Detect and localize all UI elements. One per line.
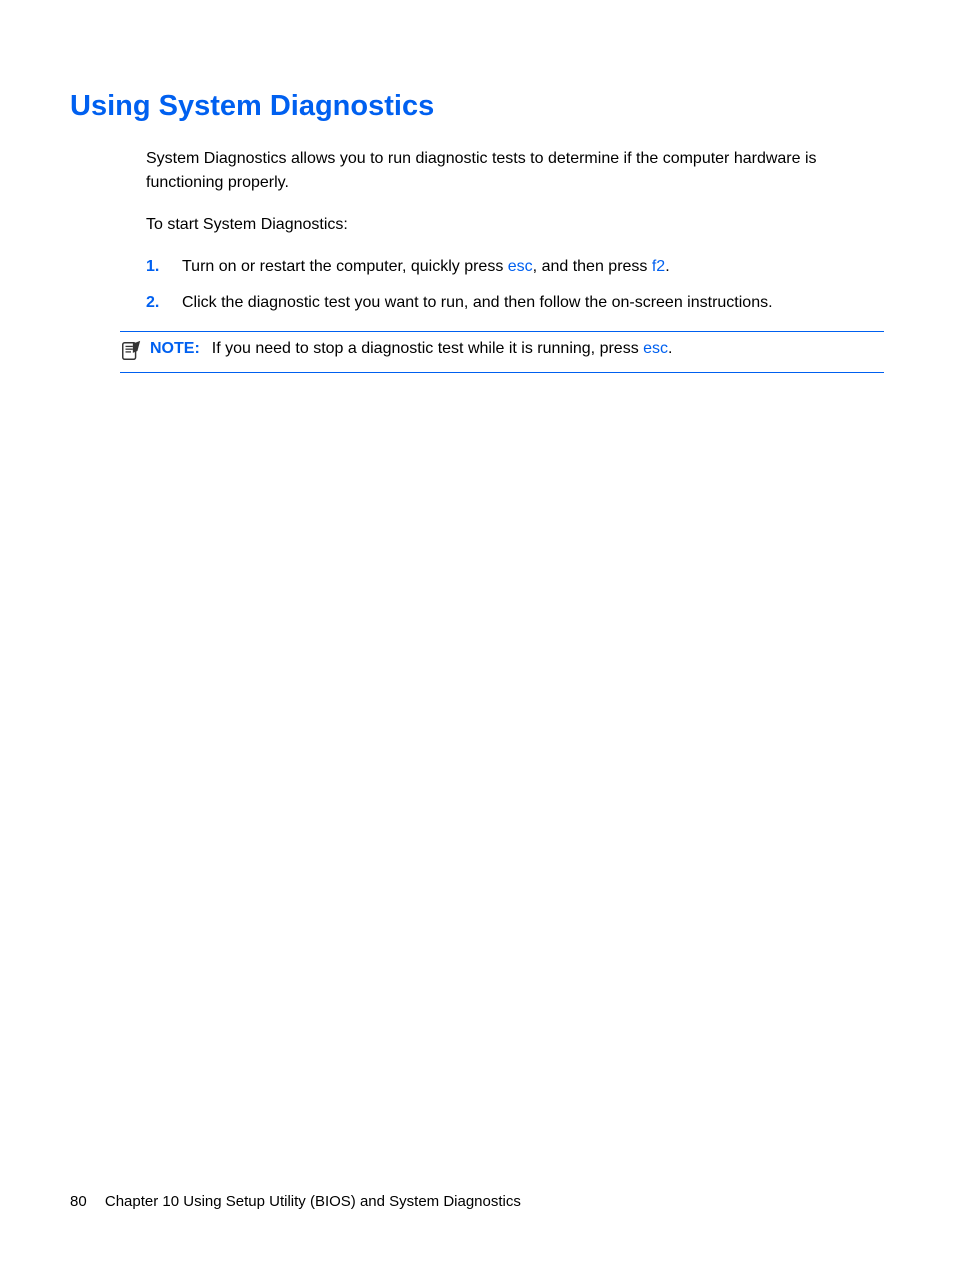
key-esc: esc: [643, 340, 668, 357]
key-esc: esc: [508, 258, 533, 275]
start-instruction: To start System Diagnostics:: [146, 213, 884, 237]
intro-paragraph: System Diagnostics allows you to run dia…: [146, 147, 884, 195]
list-item: 1. Turn on or restart the computer, quic…: [146, 255, 884, 279]
list-item: 2. Click the diagnostic test you want to…: [146, 291, 884, 315]
page-heading: Using System Diagnostics: [70, 90, 884, 123]
note-block: NOTE: If you need to stop a diagnostic t…: [120, 331, 884, 373]
note-text: If you need to stop a diagnostic test wh…: [212, 340, 673, 358]
step-text: Turn on or restart the computer, quickly…: [182, 255, 670, 279]
note-label: NOTE:: [150, 340, 200, 358]
page-number: 80: [70, 1193, 87, 1210]
step-number: 2.: [146, 291, 182, 315]
step-text: Click the diagnostic test you want to ru…: [182, 291, 773, 315]
steps-list: 1. Turn on or restart the computer, quic…: [146, 255, 884, 315]
page-footer: 80 Chapter 10 Using Setup Utility (BIOS)…: [70, 1193, 521, 1210]
step-number: 1.: [146, 255, 182, 279]
key-f2: f2: [652, 258, 665, 275]
note-icon: [120, 340, 144, 364]
chapter-title: Chapter 10 Using Setup Utility (BIOS) an…: [105, 1193, 521, 1210]
